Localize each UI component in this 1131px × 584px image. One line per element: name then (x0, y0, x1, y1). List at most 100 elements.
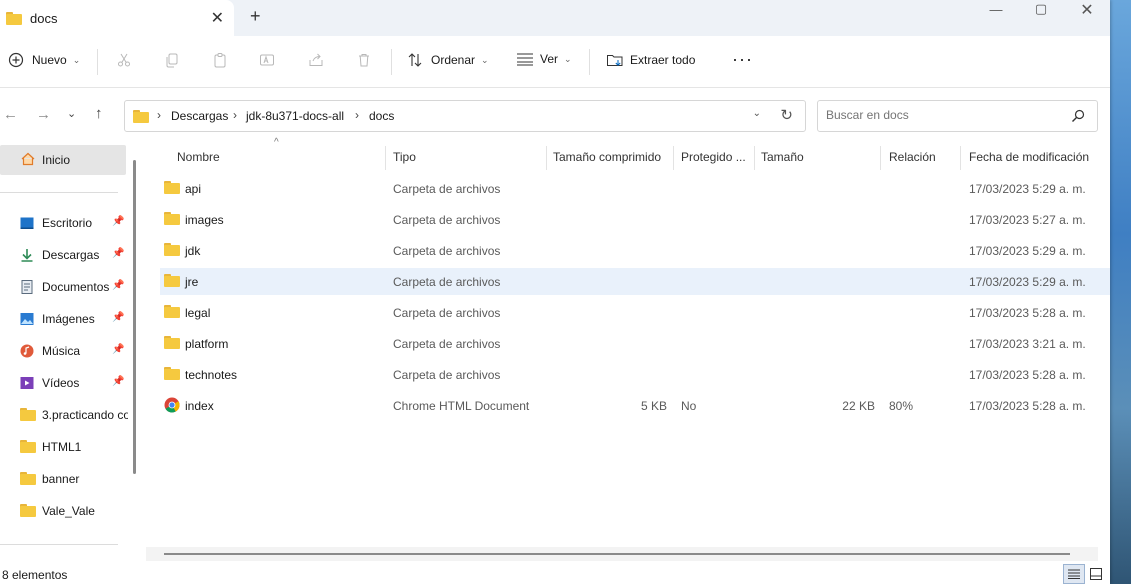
column-divider[interactable] (546, 146, 547, 170)
sort-button[interactable]: Ordenar ⌄ (407, 52, 489, 68)
refresh-icon[interactable]: ↻ (780, 106, 793, 124)
table-row[interactable]: api Carpeta de archivos 17/03/2023 5:29 … (160, 175, 1110, 202)
rename-button[interactable] (259, 52, 275, 68)
column-header-protected[interactable]: Protegido ... (681, 150, 746, 164)
clipboard-icon (214, 53, 226, 68)
breadcrumb-descargas[interactable]: Descargas (171, 109, 228, 123)
sidebar-item-videos[interactable]: Vídeos 📌 (0, 368, 126, 398)
table-row[interactable]: legal Carpeta de archivos 17/03/2023 5:2… (160, 299, 1110, 326)
sidebar-item-downloads[interactable]: Descargas 📌 (0, 240, 126, 270)
file-compressed-size: 5 KB (640, 399, 667, 413)
column-header-size[interactable]: Tamaño (761, 150, 804, 164)
file-name: jdk (185, 244, 201, 258)
search-icon[interactable] (1071, 109, 1085, 123)
extract-all-button[interactable]: Extraer todo (606, 52, 695, 68)
plus-circle-icon (8, 52, 24, 68)
view-button[interactable]: Ver ⌄ (516, 52, 572, 66)
extract-folder-icon (607, 55, 623, 66)
breadcrumb-chevron-icon: › (355, 108, 359, 122)
music-icon (20, 344, 34, 358)
folder-icon (164, 274, 180, 287)
sidebar-item-home[interactable]: Inicio (0, 145, 126, 175)
folder-icon (164, 336, 180, 349)
breadcrumb-jdk-docs[interactable]: jdk-8u371-docs-all (246, 109, 344, 123)
command-bar: Nuevo ⌄ Ordenar ⌄ Ver ⌄ Extraer todo ··· (0, 36, 1110, 88)
file-date: 17/03/2023 5:28 a. m. (969, 306, 1086, 320)
copy-button[interactable] (164, 52, 180, 68)
breadcrumb-docs[interactable]: docs (369, 109, 394, 123)
column-divider[interactable] (754, 146, 755, 170)
column-divider[interactable] (385, 146, 386, 170)
sidebar-item-desktop[interactable]: Escritorio 📌 (0, 208, 126, 238)
column-divider[interactable] (673, 146, 674, 170)
file-type: Carpeta de archivos (393, 275, 501, 289)
new-button[interactable]: Nuevo ⌄ (8, 52, 80, 68)
up-arrow-icon[interactable]: ↑ (95, 105, 103, 122)
column-divider[interactable] (960, 146, 961, 170)
file-date: 17/03/2023 3:21 a. m. (969, 337, 1086, 351)
paste-button[interactable] (212, 52, 228, 68)
table-row-selected[interactable]: jre Carpeta de archivos 17/03/2023 5:29 … (160, 268, 1110, 295)
sidebar-item-folder[interactable]: 3.practicando con (0, 400, 128, 430)
sidebar-item-folder[interactable]: HTML1 (0, 432, 126, 462)
recent-locations-chevron-icon[interactable]: ⌄ (67, 107, 76, 120)
file-type: Carpeta de archivos (393, 306, 501, 320)
video-icon (20, 377, 34, 389)
close-window-button[interactable]: ✕ (1064, 0, 1110, 20)
details-view-button[interactable] (1063, 564, 1085, 584)
tab-close-icon[interactable]: ✕ (211, 8, 224, 28)
tab-docs[interactable]: docs ✕ (0, 0, 234, 36)
pin-icon: 📌 (112, 344, 125, 355)
address-bar[interactable]: › Descargas › jdk-8u371-docs-all › docs … (124, 100, 806, 132)
tab-title: docs (30, 10, 58, 26)
folder-icon (164, 181, 180, 194)
search-input[interactable] (826, 108, 1056, 122)
table-row[interactable]: jdk Carpeta de archivos 17/03/2023 5:29 … (160, 237, 1110, 264)
trash-icon (359, 54, 369, 67)
table-row[interactable]: index Chrome HTML Document 5 KB No 22 KB… (160, 392, 1110, 419)
table-row[interactable]: technotes Carpeta de archivos 17/03/2023… (160, 361, 1110, 388)
sidebar-item-pictures[interactable]: Imágenes 📌 (0, 304, 126, 334)
sidebar-scrollbar[interactable] (133, 160, 136, 474)
sort-icon (408, 53, 422, 67)
column-header-name[interactable]: Nombre (177, 150, 220, 164)
sidebar-item-folder[interactable]: banner (0, 464, 126, 494)
file-name: jre (185, 275, 199, 289)
column-header-date-modified[interactable]: Fecha de modificación (969, 150, 1089, 164)
horizontal-scrollbar-thumb[interactable] (164, 553, 1070, 555)
column-header-ratio[interactable]: Relación (889, 150, 936, 164)
tiles-view-button[interactable] (1085, 564, 1107, 584)
forward-arrow-icon[interactable]: → (36, 106, 51, 123)
file-name: technotes (185, 368, 238, 382)
address-history-chevron-icon[interactable]: ⌄ (753, 108, 761, 119)
new-tab-button[interactable]: + (250, 6, 261, 27)
breadcrumb-chevron-icon: › (157, 108, 161, 122)
sidebar-item-folder[interactable]: Vale_Vale (0, 496, 126, 526)
back-arrow-icon[interactable]: ← (3, 106, 18, 123)
file-name: images (185, 213, 224, 227)
delete-button[interactable] (356, 52, 372, 68)
table-row[interactable]: platform Carpeta de archivos 17/03/2023 … (160, 330, 1110, 357)
maximize-button[interactable]: ▢ (1018, 1, 1064, 21)
minimize-button[interactable]: — (973, 2, 1019, 22)
share-button[interactable] (308, 52, 324, 68)
pin-icon: 📌 (112, 376, 125, 387)
sidebar-item-documents[interactable]: Documentos 📌 (0, 272, 126, 302)
column-header-type[interactable]: Tipo (393, 150, 416, 164)
search-box[interactable] (817, 100, 1098, 132)
sort-ascending-icon: ^ (274, 137, 279, 148)
sidebar-divider (0, 192, 118, 193)
column-header-compressed-size[interactable]: Tamaño comprimido (553, 150, 661, 164)
file-name: platform (185, 337, 229, 351)
status-bar: 8 elementos (0, 562, 1110, 584)
details-view-icon (1068, 569, 1080, 579)
sidebar-item-music[interactable]: Música 📌 (0, 336, 126, 366)
sidebar-item-label: HTML1 (42, 440, 82, 454)
file-type: Carpeta de archivos (393, 337, 501, 351)
more-options-button[interactable]: ··· (732, 49, 753, 70)
cut-button[interactable] (116, 52, 132, 68)
tab-bar: docs ✕ + — ▢ ✕ (0, 0, 1110, 36)
table-row[interactable]: images Carpeta de archivos 17/03/2023 5:… (160, 206, 1110, 233)
column-divider[interactable] (880, 146, 881, 170)
chevron-down-icon: ⌄ (564, 53, 572, 64)
